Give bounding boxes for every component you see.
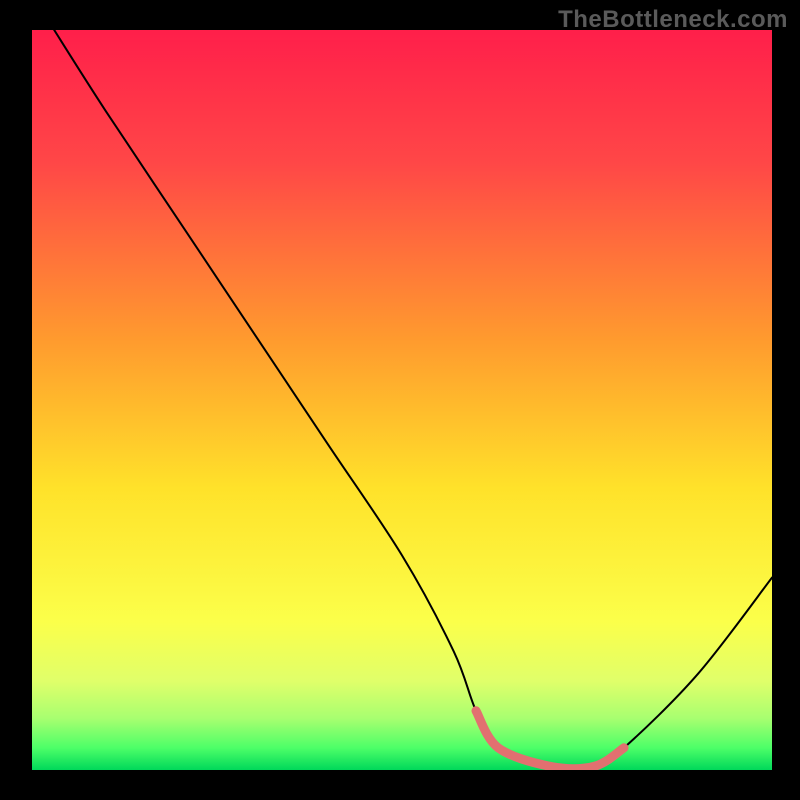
accent-segment (476, 711, 624, 769)
chart-frame: TheBottleneck.com (0, 0, 800, 800)
plot-area (32, 30, 772, 770)
main-curve (54, 30, 772, 769)
curve-layer (32, 30, 772, 770)
watermark-text: TheBottleneck.com (558, 6, 788, 34)
